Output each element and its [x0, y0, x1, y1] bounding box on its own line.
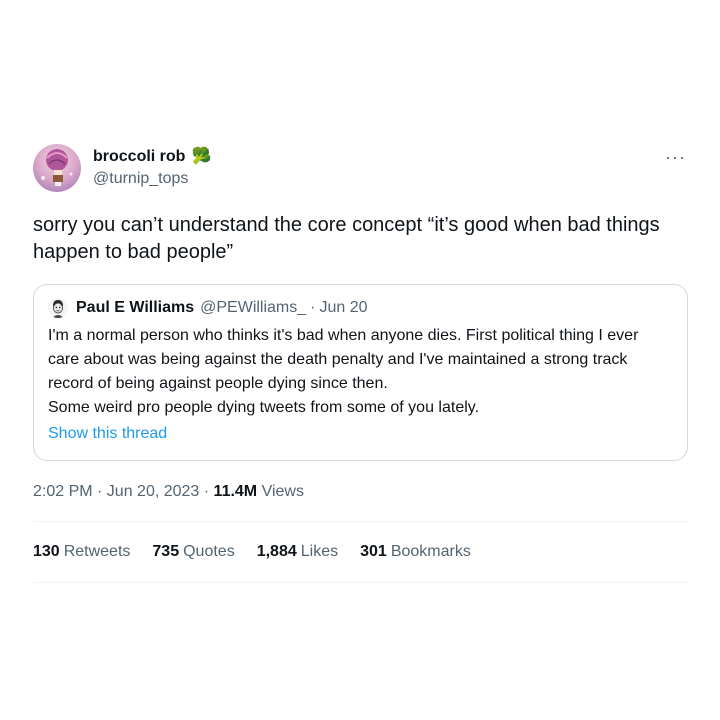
- retweets-stat[interactable]: 130 Retweets: [33, 541, 130, 563]
- retweets-label: Retweets: [63, 543, 131, 560]
- quoted-tweet[interactable]: Paul E Williams @PEWilliams_ · Jun 20 I'…: [33, 284, 688, 461]
- handle[interactable]: @turnip_tops: [93, 168, 211, 190]
- author-info[interactable]: broccoli rob 🥦 @turnip_tops: [93, 146, 211, 190]
- quoted-display-name[interactable]: Paul E Williams: [76, 297, 194, 319]
- views-count: 11.4M: [213, 483, 258, 500]
- likes-label: Likes: [300, 543, 339, 560]
- bookmarks-stat[interactable]: 301 Bookmarks: [360, 541, 471, 563]
- quotes-stat[interactable]: 735 Quotes: [152, 541, 234, 563]
- tweet-text: sorry you can’t understand the core conc…: [33, 214, 660, 263]
- broccoli-emoji-icon: 🥦: [191, 148, 212, 165]
- likes-stat[interactable]: 1,884 Likes: [257, 541, 338, 563]
- tweet: broccoli rob 🥦 @turnip_tops ··· sorry yo…: [33, 142, 688, 583]
- tweet-header: broccoli rob 🥦 @turnip_tops ···: [33, 142, 688, 196]
- bookmarks-label: Bookmarks: [390, 543, 471, 560]
- quoted-avatar[interactable]: [48, 298, 68, 318]
- quotes-count: 735: [152, 543, 180, 560]
- avatar-image: [33, 144, 81, 192]
- display-name-row: broccoli rob 🥦: [93, 146, 211, 168]
- tweet-meta: 2:02 PM · Jun 20, 2023 · 11.4M Views: [33, 481, 688, 522]
- quoted-handle[interactable]: @PEWilliams_: [200, 297, 306, 319]
- quoted-date[interactable]: Jun 20: [319, 297, 367, 319]
- quoted-avatar-image: [48, 298, 68, 318]
- quotes-label: Quotes: [183, 543, 235, 560]
- quoted-tweet-header: Paul E Williams @PEWilliams_ · Jun 20: [48, 297, 673, 319]
- display-name[interactable]: broccoli rob: [93, 146, 185, 168]
- separator-dot: ·: [310, 299, 316, 316]
- avatar[interactable]: [33, 144, 81, 192]
- show-thread-link[interactable]: Show this thread: [48, 422, 673, 446]
- timestamp[interactable]: 2:02 PM · Jun 20, 2023 ·: [33, 483, 214, 500]
- quoted-tweet-text: I'm a normal person who thinks it's bad …: [48, 327, 639, 416]
- bookmarks-count: 301: [360, 543, 387, 560]
- engagement-stats: 130 Retweets 735 Quotes 1,884 Likes 301 Book…: [33, 522, 688, 583]
- retweets-count: 130: [33, 543, 60, 560]
- more-options-icon[interactable]: ···: [665, 148, 686, 166]
- likes-count: 1,884: [256, 543, 297, 560]
- views-label: Views: [257, 483, 304, 500]
